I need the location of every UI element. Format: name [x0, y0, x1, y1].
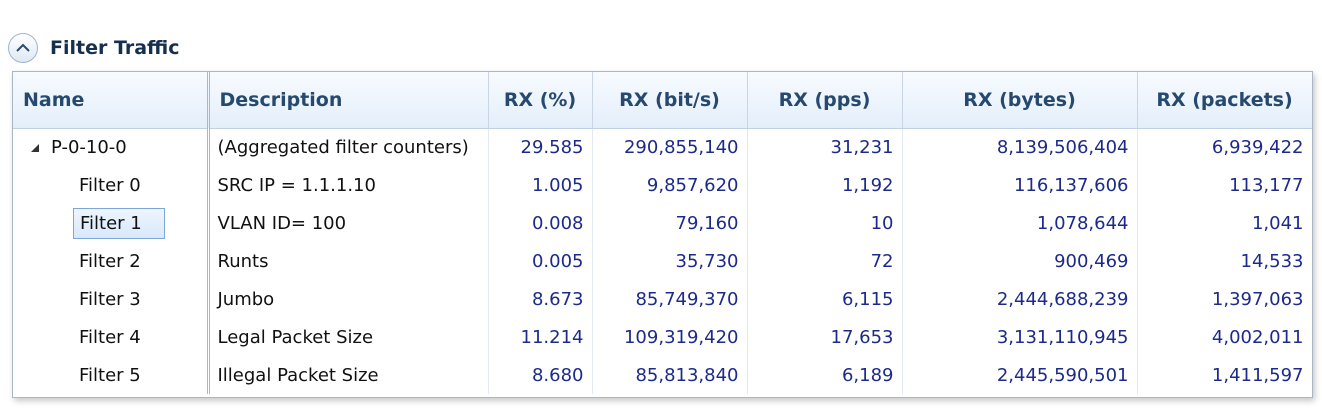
- row-rx-bytes: 1,078,644: [902, 204, 1138, 242]
- row-name[interactable]: Filter 4: [13, 318, 210, 356]
- row-name[interactable]: Filter 2: [13, 242, 210, 280]
- row-rx-bytes: 2,445,590,501: [902, 356, 1138, 394]
- row-description: VLAN ID= 100: [208, 204, 489, 242]
- row-rx-bits: 35,730: [592, 242, 748, 280]
- row-name[interactable]: Filter 5: [13, 356, 210, 394]
- column-header-rx-pps[interactable]: RX (pps): [747, 72, 903, 129]
- column-header-description[interactable]: Description: [208, 72, 489, 129]
- table-row-selected[interactable]: Filter 1 VLAN ID= 100 0.008 79,160 10 1,…: [13, 204, 1312, 242]
- collapse-button[interactable]: [8, 33, 38, 63]
- column-header-name[interactable]: Name: [13, 72, 210, 129]
- panel-title: Filter Traffic: [50, 37, 180, 59]
- row-rx-packets: 113,177: [1137, 166, 1312, 204]
- row-rx-bits: 79,160: [592, 204, 748, 242]
- filter-table: Name Description RX (%) RX (bit/s) RX (p…: [13, 72, 1312, 394]
- row-rx-pps: 1,192: [747, 166, 903, 204]
- table-row[interactable]: Filter 2 Runts 0.005 35,730 72 900,469 1…: [13, 242, 1312, 280]
- chevron-up-icon: [16, 43, 30, 52]
- row-rx-bits: 290,855,140: [592, 128, 748, 166]
- row-rx-pps: 10: [747, 204, 903, 242]
- row-name[interactable]: Filter 0: [13, 166, 210, 204]
- row-rx-pct: 8.673: [488, 280, 593, 318]
- row-rx-packets: 1,397,063: [1137, 280, 1312, 318]
- column-header-rx-bytes[interactable]: RX (bytes): [902, 72, 1138, 129]
- row-rx-bits: 9,857,620: [592, 166, 748, 204]
- row-rx-pct: 0.008: [488, 204, 593, 242]
- row-rx-pct: 1.005: [488, 166, 593, 204]
- row-rx-bytes: 900,469: [902, 242, 1138, 280]
- column-header-rx-pct[interactable]: RX (%): [488, 72, 593, 129]
- row-rx-pct: 29.585: [488, 128, 593, 166]
- row-rx-packets: 6,939,422: [1137, 128, 1312, 166]
- row-rx-bits: 109,319,420: [592, 318, 748, 356]
- row-name[interactable]: Filter 3: [13, 280, 210, 318]
- table-row[interactable]: Filter 0 SRC IP = 1.1.1.10 1.005 9,857,6…: [13, 166, 1312, 204]
- header-row: Name Description RX (%) RX (bit/s) RX (p…: [13, 72, 1312, 129]
- row-rx-pps: 31,231: [747, 128, 903, 166]
- row-rx-packets: 1,411,597: [1137, 356, 1312, 394]
- row-rx-bytes: 8,139,506,404: [902, 128, 1138, 166]
- row-rx-pps: 6,189: [747, 356, 903, 394]
- table-row[interactable]: Filter 3 Jumbo 8.673 85,749,370 6,115 2,…: [13, 280, 1312, 318]
- filter-traffic-grid: Name Description RX (%) RX (bit/s) RX (p…: [12, 71, 1313, 398]
- row-rx-bytes: 2,444,688,239: [902, 280, 1138, 318]
- row-rx-pct: 8.680: [488, 356, 593, 394]
- row-description: (Aggregated filter counters): [208, 128, 489, 166]
- row-rx-packets: 4,002,011: [1137, 318, 1312, 356]
- row-rx-bytes: 116,137,606: [902, 166, 1138, 204]
- row-rx-packets: 1,041: [1137, 204, 1312, 242]
- row-name-cell[interactable]: P-0-10-0: [13, 128, 210, 166]
- row-rx-pct: 11.214: [488, 318, 593, 356]
- row-rx-pps: 17,653: [747, 318, 903, 356]
- column-header-rx-packets[interactable]: RX (packets): [1137, 72, 1312, 129]
- row-rx-pps: 72: [747, 242, 903, 280]
- row-name: P-0-10-0: [51, 136, 127, 158]
- row-rx-packets: 14,533: [1137, 242, 1312, 280]
- row-rx-bits: 85,749,370: [592, 280, 748, 318]
- row-description: SRC IP = 1.1.1.10: [208, 166, 489, 204]
- row-name-cell[interactable]: Filter 1: [13, 204, 210, 242]
- panel-header: Filter Traffic: [8, 30, 179, 66]
- row-description: Illegal Packet Size: [208, 356, 489, 394]
- filter-traffic-page: Filter Traffic Name Description RX (%) R…: [0, 0, 1322, 410]
- table-row-port[interactable]: P-0-10-0 (Aggregated filter counters) 29…: [13, 128, 1312, 166]
- column-header-rx-bits[interactable]: RX (bit/s): [592, 72, 748, 129]
- table-row[interactable]: Filter 4 Legal Packet Size 11.214 109,31…: [13, 318, 1312, 356]
- table-row[interactable]: Filter 5 Illegal Packet Size 8.680 85,81…: [13, 356, 1312, 394]
- row-description: Legal Packet Size: [208, 318, 489, 356]
- tree-expand-icon[interactable]: [31, 143, 39, 152]
- selected-cell[interactable]: Filter 1: [73, 207, 165, 239]
- row-rx-pct: 0.005: [488, 242, 593, 280]
- row-rx-bytes: 3,131,110,945: [902, 318, 1138, 356]
- row-description: Runts: [208, 242, 489, 280]
- row-description: Jumbo: [208, 280, 489, 318]
- row-rx-pps: 6,115: [747, 280, 903, 318]
- row-rx-bits: 85,813,840: [592, 356, 748, 394]
